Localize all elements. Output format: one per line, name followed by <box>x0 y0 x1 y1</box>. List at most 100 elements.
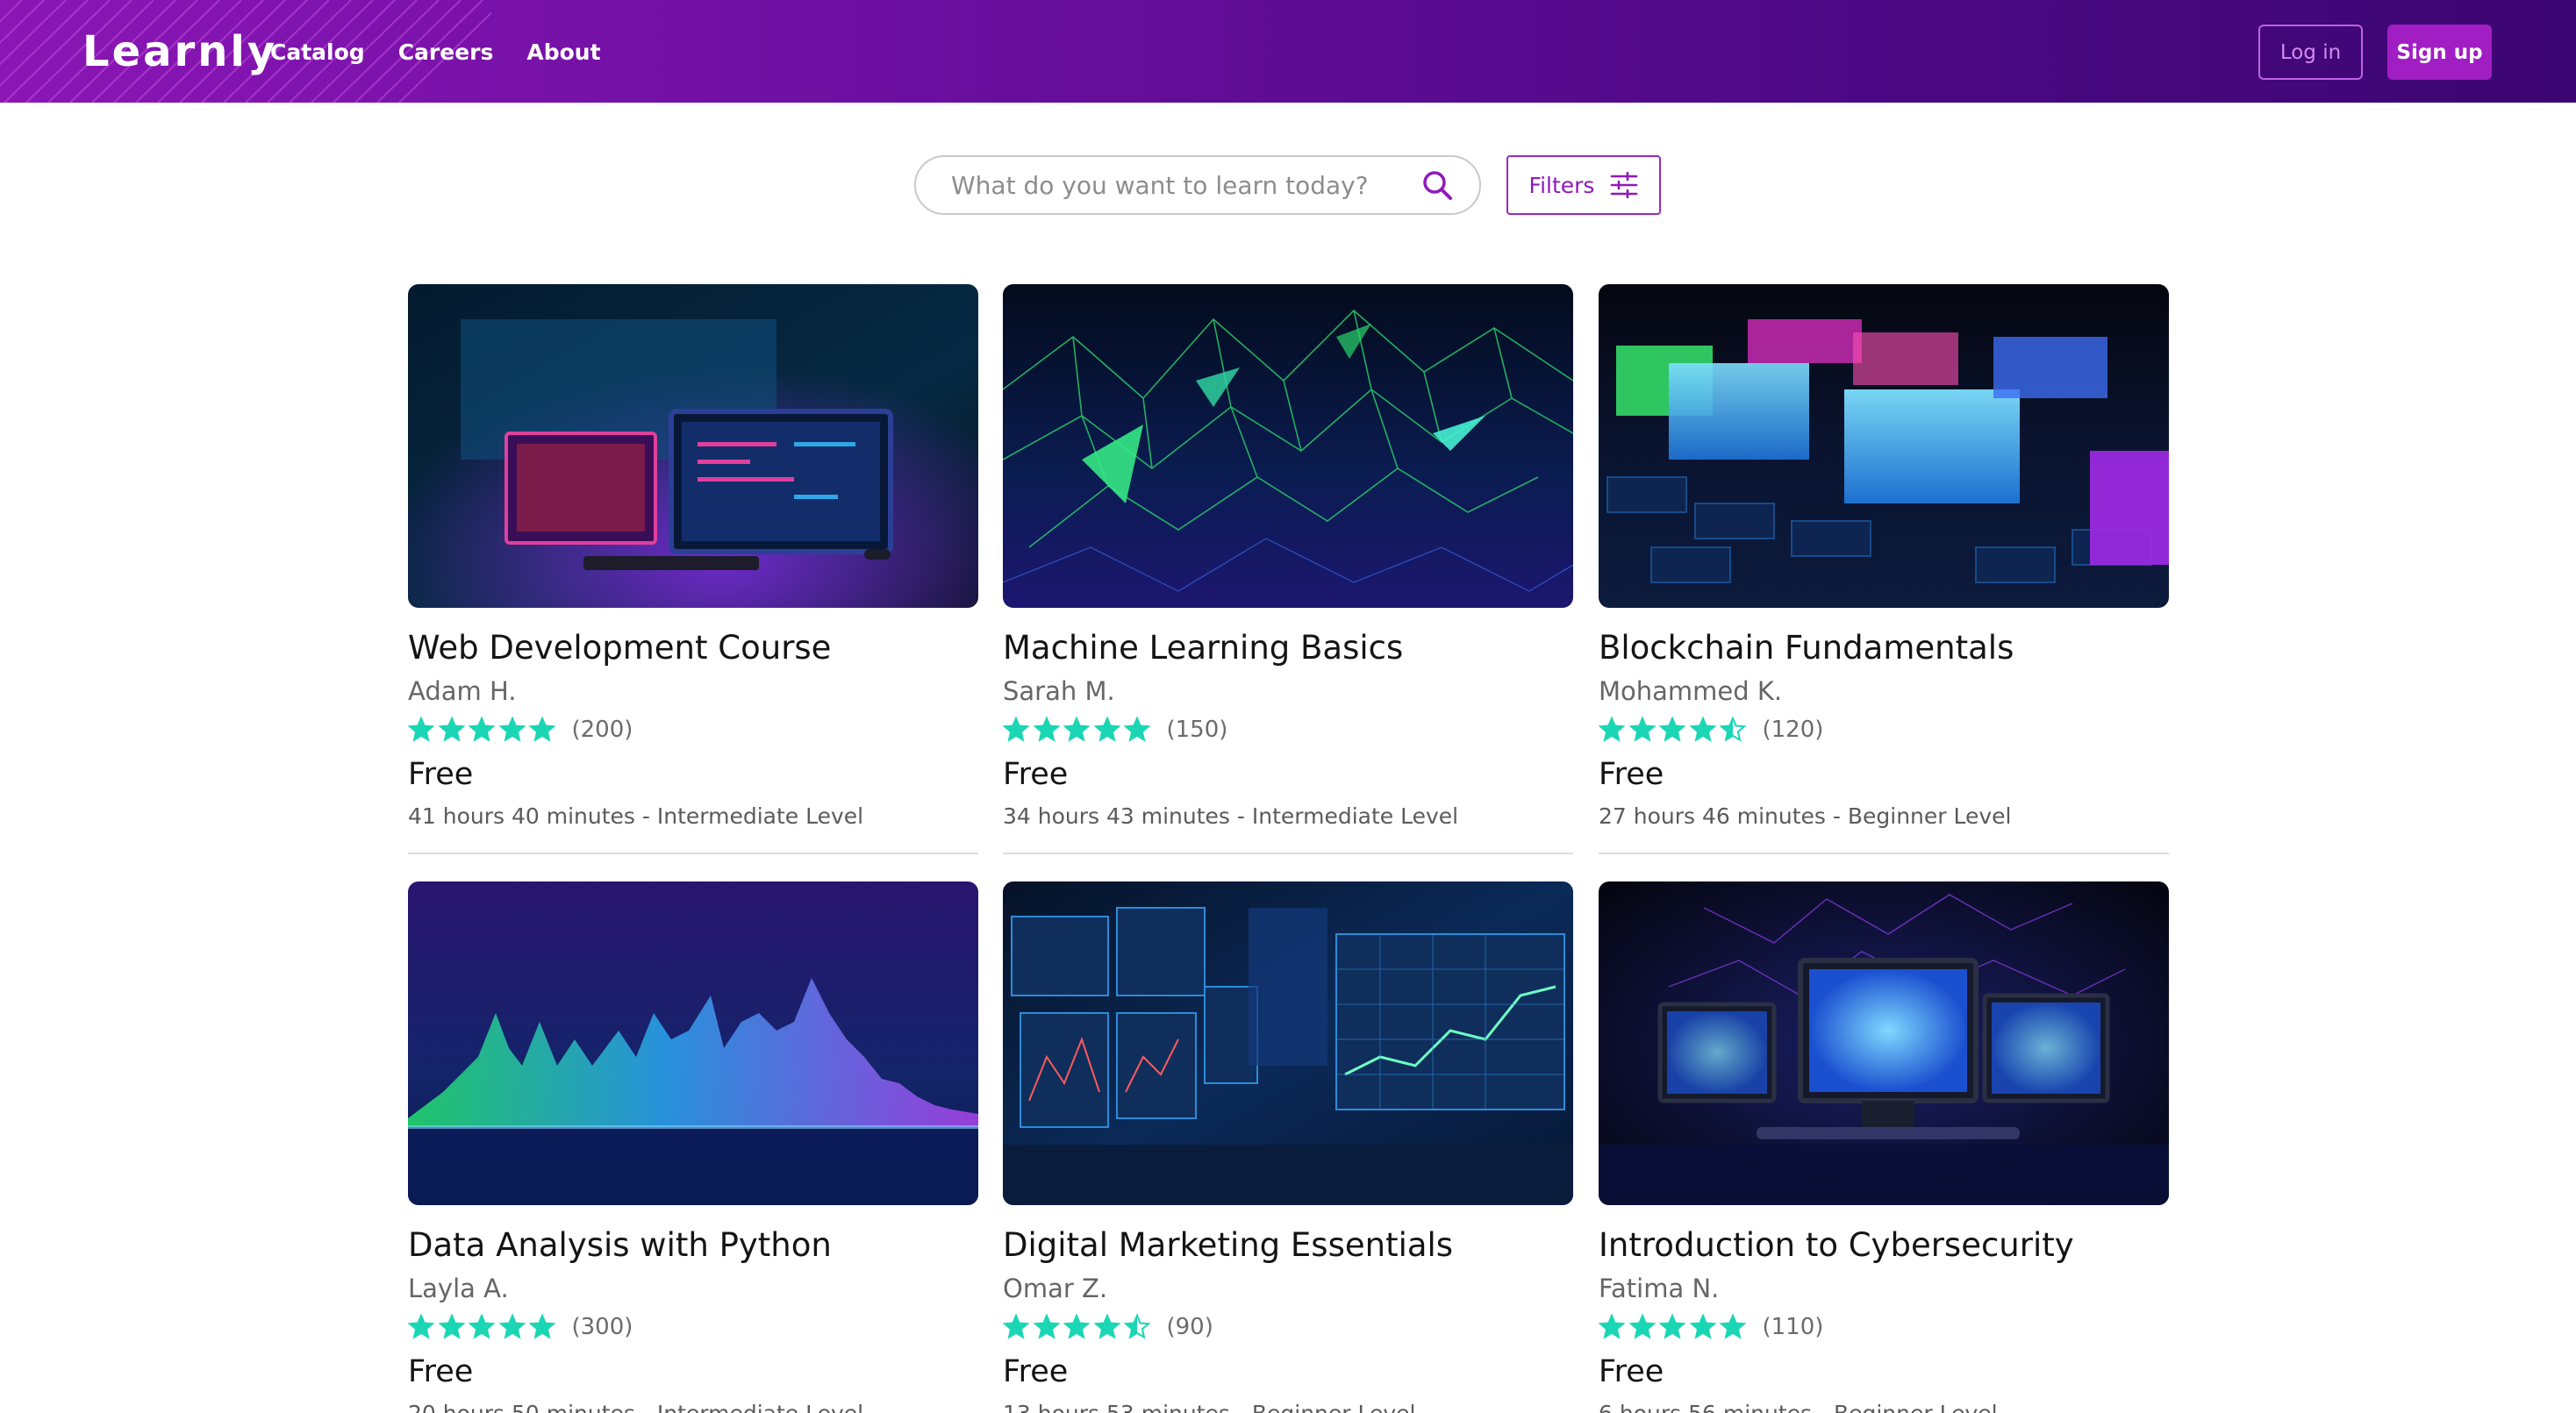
star-full-icon <box>1093 1314 1120 1339</box>
course-image-machine-learning <box>1003 284 1573 608</box>
course-title[interactable]: Digital Marketing Essentials <box>1003 1222 1453 1269</box>
signup-button[interactable]: Sign up <box>2387 25 2492 80</box>
card-divider <box>408 853 978 854</box>
sliders-icon <box>1611 172 1638 198</box>
star-full-icon <box>1659 717 1685 742</box>
course-title[interactable]: Machine Learning Basics <box>1003 624 1403 672</box>
course-title[interactable]: Data Analysis with Python <box>408 1222 832 1269</box>
course-price: Free <box>1003 1354 1069 1389</box>
course-card[interactable]: Web Development Course Adam H. (200) Fre… <box>408 284 978 854</box>
star-full-icon <box>408 717 434 742</box>
star-full-icon <box>1689 717 1716 742</box>
course-instructor: Fatima N. <box>1599 1274 1720 1303</box>
star-full-icon <box>1124 717 1150 742</box>
star-full-icon <box>1659 1314 1685 1339</box>
course-duration-level: 20 hours 50 minutes - Intermediate Level <box>408 1398 863 1413</box>
star-half-icon <box>1124 1314 1150 1339</box>
nav-link-careers[interactable]: Careers <box>398 35 494 70</box>
star-half-icon <box>1720 717 1746 742</box>
star-full-icon <box>469 717 495 742</box>
course-price: Free <box>408 1354 474 1389</box>
star-full-icon <box>1063 1314 1090 1339</box>
main-nav: Catalog Careers About <box>270 35 634 70</box>
course-duration-level: 27 hours 46 minutes - Beginner Level <box>1599 803 2012 829</box>
course-image-digital-marketing <box>1003 881 1573 1205</box>
course-title[interactable]: Introduction to Cybersecurity <box>1599 1222 2074 1269</box>
star-full-icon <box>498 717 526 742</box>
course-rating: (120) <box>1599 714 1823 746</box>
star-full-icon <box>438 717 465 742</box>
course-card[interactable]: Data Analysis with Python Layla A. (300)… <box>408 881 978 1413</box>
card-divider <box>1599 853 2169 854</box>
course-thumbnail[interactable] <box>408 881 978 1205</box>
course-instructor: Adam H. <box>408 676 517 706</box>
star-full-icon <box>469 1314 495 1339</box>
star-full-icon <box>1063 717 1090 742</box>
course-duration-level: 13 hours 53 minutes - Beginner Level <box>1003 1398 1416 1413</box>
filters-label: Filters <box>1528 172 1595 198</box>
course-image-cybersecurity <box>1599 881 2169 1205</box>
star-full-icon <box>1033 717 1060 742</box>
star-full-icon <box>1628 1314 1656 1339</box>
course-duration-level: 41 hours 40 minutes - Intermediate Level <box>408 803 864 829</box>
search-input[interactable] <box>951 170 1420 200</box>
course-image-web-dev <box>408 284 978 608</box>
search-bar <box>914 155 1481 215</box>
course-price: Free <box>408 757 474 792</box>
star-full-icon <box>1720 1314 1746 1339</box>
course-price: Free <box>1599 1354 1664 1389</box>
course-thumbnail[interactable] <box>1003 881 1573 1205</box>
nav-link-about[interactable]: About <box>526 35 600 70</box>
course-title[interactable]: Web Development Course <box>408 624 831 672</box>
star-full-icon <box>1003 717 1029 742</box>
search-icon[interactable] <box>1420 168 1455 203</box>
course-thumbnail[interactable] <box>1003 284 1573 608</box>
star-full-icon <box>1628 717 1656 742</box>
filters-button[interactable]: Filters <box>1506 155 1661 215</box>
review-count: (200) <box>571 717 633 743</box>
course-rating: (300) <box>408 1311 633 1343</box>
course-card[interactable]: Introduction to Cybersecurity Fatima N. … <box>1599 881 2169 1413</box>
review-count: (300) <box>571 1314 633 1340</box>
login-button[interactable]: Log in <box>2258 25 2363 80</box>
star-full-icon <box>1033 1314 1060 1339</box>
star-full-icon <box>498 1314 526 1339</box>
learnly-logo[interactable]: Learnly <box>82 25 277 79</box>
course-thumbnail[interactable] <box>408 284 978 608</box>
course-rating: (110) <box>1599 1311 1823 1343</box>
course-thumbnail[interactable] <box>1599 881 2169 1205</box>
course-instructor: Omar Z. <box>1003 1274 1108 1303</box>
star-full-icon <box>529 1314 555 1339</box>
star-full-icon <box>1599 1314 1625 1339</box>
star-full-icon <box>1003 1314 1029 1339</box>
review-count: (110) <box>1762 1314 1824 1340</box>
course-image-blockchain <box>1599 284 2169 608</box>
star-full-icon <box>529 717 555 742</box>
review-count: (120) <box>1762 717 1824 743</box>
course-thumbnail[interactable] <box>1599 284 2169 608</box>
course-instructor: Mohammed K. <box>1599 676 1783 706</box>
course-title[interactable]: Blockchain Fundamentals <box>1599 624 2014 672</box>
course-card[interactable]: Machine Learning Basics Sarah M. (150) F… <box>1003 284 1573 854</box>
star-full-icon <box>408 1314 434 1339</box>
course-instructor: Sarah M. <box>1003 676 1115 706</box>
course-instructor: Layla A. <box>408 1274 509 1303</box>
course-duration-level: 6 hours 56 minutes - Beginner Level <box>1599 1398 1998 1413</box>
review-count: (90) <box>1166 1314 1213 1340</box>
course-price: Free <box>1599 757 1664 792</box>
review-count: (150) <box>1166 717 1228 743</box>
star-full-icon <box>438 1314 465 1339</box>
star-full-icon <box>1599 717 1625 742</box>
star-full-icon <box>1689 1314 1716 1339</box>
course-image-data-analysis <box>408 881 978 1205</box>
star-full-icon <box>1093 717 1120 742</box>
nav-link-catalog[interactable]: Catalog <box>270 35 365 70</box>
course-rating: (150) <box>1003 714 1227 746</box>
course-card[interactable]: Digital Marketing Essentials Omar Z. (90… <box>1003 881 1573 1413</box>
course-rating: (200) <box>408 714 633 746</box>
course-duration-level: 34 hours 43 minutes - Intermediate Level <box>1003 803 1459 829</box>
course-card[interactable]: Blockchain Fundamentals Mohammed K. (120… <box>1599 284 2169 854</box>
course-rating: (90) <box>1003 1311 1213 1343</box>
card-divider <box>1003 853 1573 854</box>
top-navigation-bar: Learnly Catalog Careers About Log in Sig… <box>0 0 2576 103</box>
